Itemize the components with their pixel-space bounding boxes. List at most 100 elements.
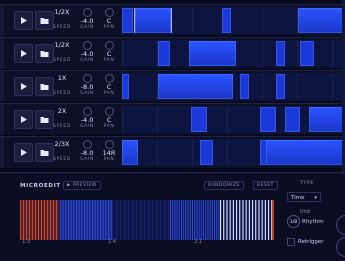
play-icon xyxy=(21,116,27,123)
waveform-line xyxy=(24,200,26,240)
audio-slice[interactable] xyxy=(309,107,345,132)
waveform-line xyxy=(223,200,225,240)
waveform-line xyxy=(87,200,89,240)
speed-control[interactable]: 2X SPEED xyxy=(52,107,72,130)
audio-slice[interactable] xyxy=(260,107,276,132)
waveform-line xyxy=(42,200,44,240)
speed-control[interactable]: 1X SPEED xyxy=(52,74,72,97)
waveform-line xyxy=(71,200,73,240)
pan-knob[interactable]: 14R PAN xyxy=(100,140,118,163)
gain-knob[interactable]: -8.0 GAIN xyxy=(77,140,97,163)
audio-slice[interactable] xyxy=(298,8,345,33)
waveform-line xyxy=(29,200,30,240)
randomize-button[interactable]: RANDOMIZE xyxy=(204,181,245,190)
audio-slice[interactable] xyxy=(188,41,236,66)
speed-control[interactable]: 2/3X SPEED xyxy=(52,140,72,163)
speed-label: SPEED xyxy=(53,124,71,129)
gain-ring xyxy=(82,41,92,50)
pan-value: C xyxy=(106,50,112,58)
waveform-line xyxy=(45,200,47,240)
rhythm-knob[interactable]: 1/8 xyxy=(287,215,300,228)
pan-label: PAN xyxy=(103,58,115,63)
speed-value: 1/2X xyxy=(54,41,70,49)
waveform-line xyxy=(36,200,38,240)
clip-lane[interactable] xyxy=(122,106,345,133)
track-edge xyxy=(0,5,4,36)
clip-lane[interactable] xyxy=(122,73,345,100)
pan-knob[interactable]: C PAN xyxy=(100,41,118,64)
audio-slice[interactable] xyxy=(275,41,285,66)
pan-knob[interactable]: C PAN xyxy=(100,74,118,97)
gain-knob[interactable]: -8.0 GAIN xyxy=(77,74,97,97)
waveform-line xyxy=(198,200,200,240)
waveform-line xyxy=(192,200,193,240)
knob[interactable] xyxy=(336,215,345,235)
speed-control[interactable]: 1/2X SPEED xyxy=(52,41,72,64)
gain-value: -4.0 xyxy=(80,50,94,58)
audio-slice[interactable] xyxy=(191,107,207,132)
marker-label: 2:1 xyxy=(194,239,203,245)
waveform-line xyxy=(264,200,266,240)
audio-slice[interactable] xyxy=(240,74,250,99)
reset-button[interactable]: RESET xyxy=(253,181,278,190)
pan-knob[interactable]: C PAN xyxy=(100,107,118,130)
gain-knob[interactable]: -4.0 GAIN xyxy=(77,8,97,31)
type-select[interactable]: Time ▾ xyxy=(287,192,321,202)
audio-slice[interactable] xyxy=(122,8,134,33)
waveform-line xyxy=(268,200,270,240)
clip-lane[interactable] xyxy=(122,7,345,34)
preview-button[interactable]: ▶ PREVIEW xyxy=(63,181,101,190)
pan-knob[interactable]: C PAN xyxy=(100,8,118,31)
speed-label: SPEED xyxy=(53,25,71,30)
pan-value: C xyxy=(106,83,112,91)
speed-value: 1X xyxy=(57,74,67,82)
preview-label: PREVIEW xyxy=(72,183,97,188)
play-button[interactable] xyxy=(14,143,33,162)
track-edge xyxy=(0,104,4,135)
play-button[interactable] xyxy=(14,11,33,30)
audio-slice[interactable] xyxy=(300,41,314,66)
clip-lane[interactable] xyxy=(122,40,345,67)
waveform-line xyxy=(109,200,111,240)
speed-label: SPEED xyxy=(53,157,71,162)
audio-slice[interactable] xyxy=(222,8,232,33)
waveform-line xyxy=(170,200,171,240)
audio-slice[interactable] xyxy=(134,8,172,33)
waveform-line xyxy=(53,200,54,240)
gain-knob[interactable]: -4.0 GAIN xyxy=(77,107,97,130)
waveform-line xyxy=(30,200,32,240)
waveform-line xyxy=(51,200,53,240)
clip-lane[interactable] xyxy=(122,139,345,166)
waveform-display[interactable] xyxy=(20,200,274,240)
gain-ring xyxy=(82,8,92,17)
pan-ring xyxy=(104,107,114,116)
waveform-line xyxy=(196,200,198,240)
type-title: TYPE xyxy=(300,181,314,186)
pan-value: 14R xyxy=(102,149,116,157)
waveform-line xyxy=(211,200,213,240)
gain-knob[interactable]: -4.0 GAIN xyxy=(77,41,97,64)
retrigger-checkbox[interactable] xyxy=(287,238,295,246)
waveform-line xyxy=(82,200,84,240)
waveform-line xyxy=(63,200,65,240)
audio-slice[interactable] xyxy=(284,107,301,132)
audio-slice[interactable] xyxy=(122,74,129,99)
folder-icon xyxy=(40,150,49,156)
speed-control[interactable]: 1/2X SPEED xyxy=(52,8,72,31)
waveform-line xyxy=(106,200,108,240)
audio-slice[interactable] xyxy=(122,140,138,165)
waveform-line xyxy=(164,200,165,240)
waveform-end-marker xyxy=(272,200,274,240)
audio-slice[interactable] xyxy=(157,41,170,66)
audio-slice[interactable] xyxy=(200,140,214,165)
play-button[interactable] xyxy=(14,77,33,96)
waveform-line xyxy=(27,200,29,240)
audio-slice[interactable] xyxy=(265,140,345,165)
audio-slice[interactable] xyxy=(157,74,234,99)
waveform-line xyxy=(252,200,254,240)
track-row: 1/2X SPEED -4.0 GAIN C PAN xyxy=(0,37,345,70)
play-button[interactable] xyxy=(14,110,33,129)
play-button[interactable] xyxy=(14,44,33,63)
audio-slice[interactable] xyxy=(275,74,285,99)
knob[interactable] xyxy=(336,237,345,257)
